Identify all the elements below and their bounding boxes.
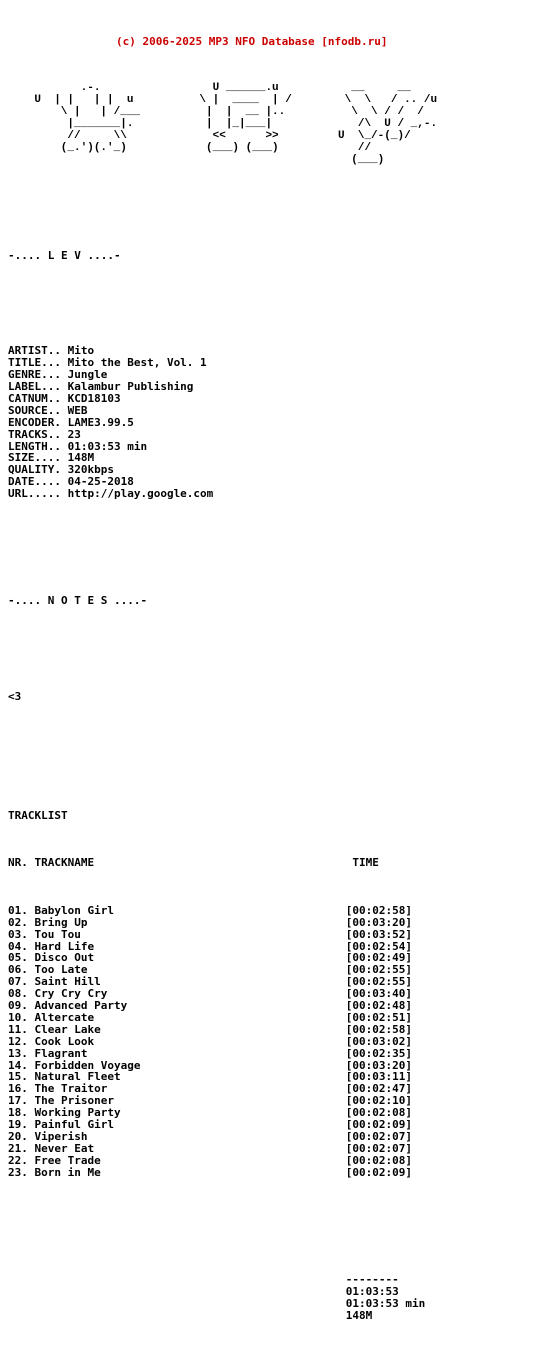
- tracklist-rows: 01. Babylon Girl [00:02:58] 02. Bring Up…: [8, 903, 412, 1179]
- info-section-header: -.... L E V ....-: [8, 249, 121, 263]
- info-field-list: ARTIST.. Mito TITLE... Mito the Best, Vo…: [8, 344, 214, 501]
- ascii-logo-art: .-. U ______.u __ __ U | | | | u \ | ___…: [34, 82, 438, 166]
- tracklist-title: TRACKLIST: [8, 808, 68, 822]
- notes-body: <3: [8, 689, 22, 703]
- summary-block: -------- 01:03:53 01:03:53 min 148M: [345, 1272, 426, 1322]
- copyright-banner: (c) 2006-2025 MP3 NFO Database [nfodb.ru…: [116, 34, 388, 48]
- notes-section-header: -.... N O T E S ....-: [8, 594, 148, 608]
- nfo-document: (c) 2006-2025 MP3 NFO Database [nfodb.ru…: [0, 0, 560, 1321]
- tracklist-column-headers: NR. TRACKNAME TIME: [8, 856, 379, 870]
